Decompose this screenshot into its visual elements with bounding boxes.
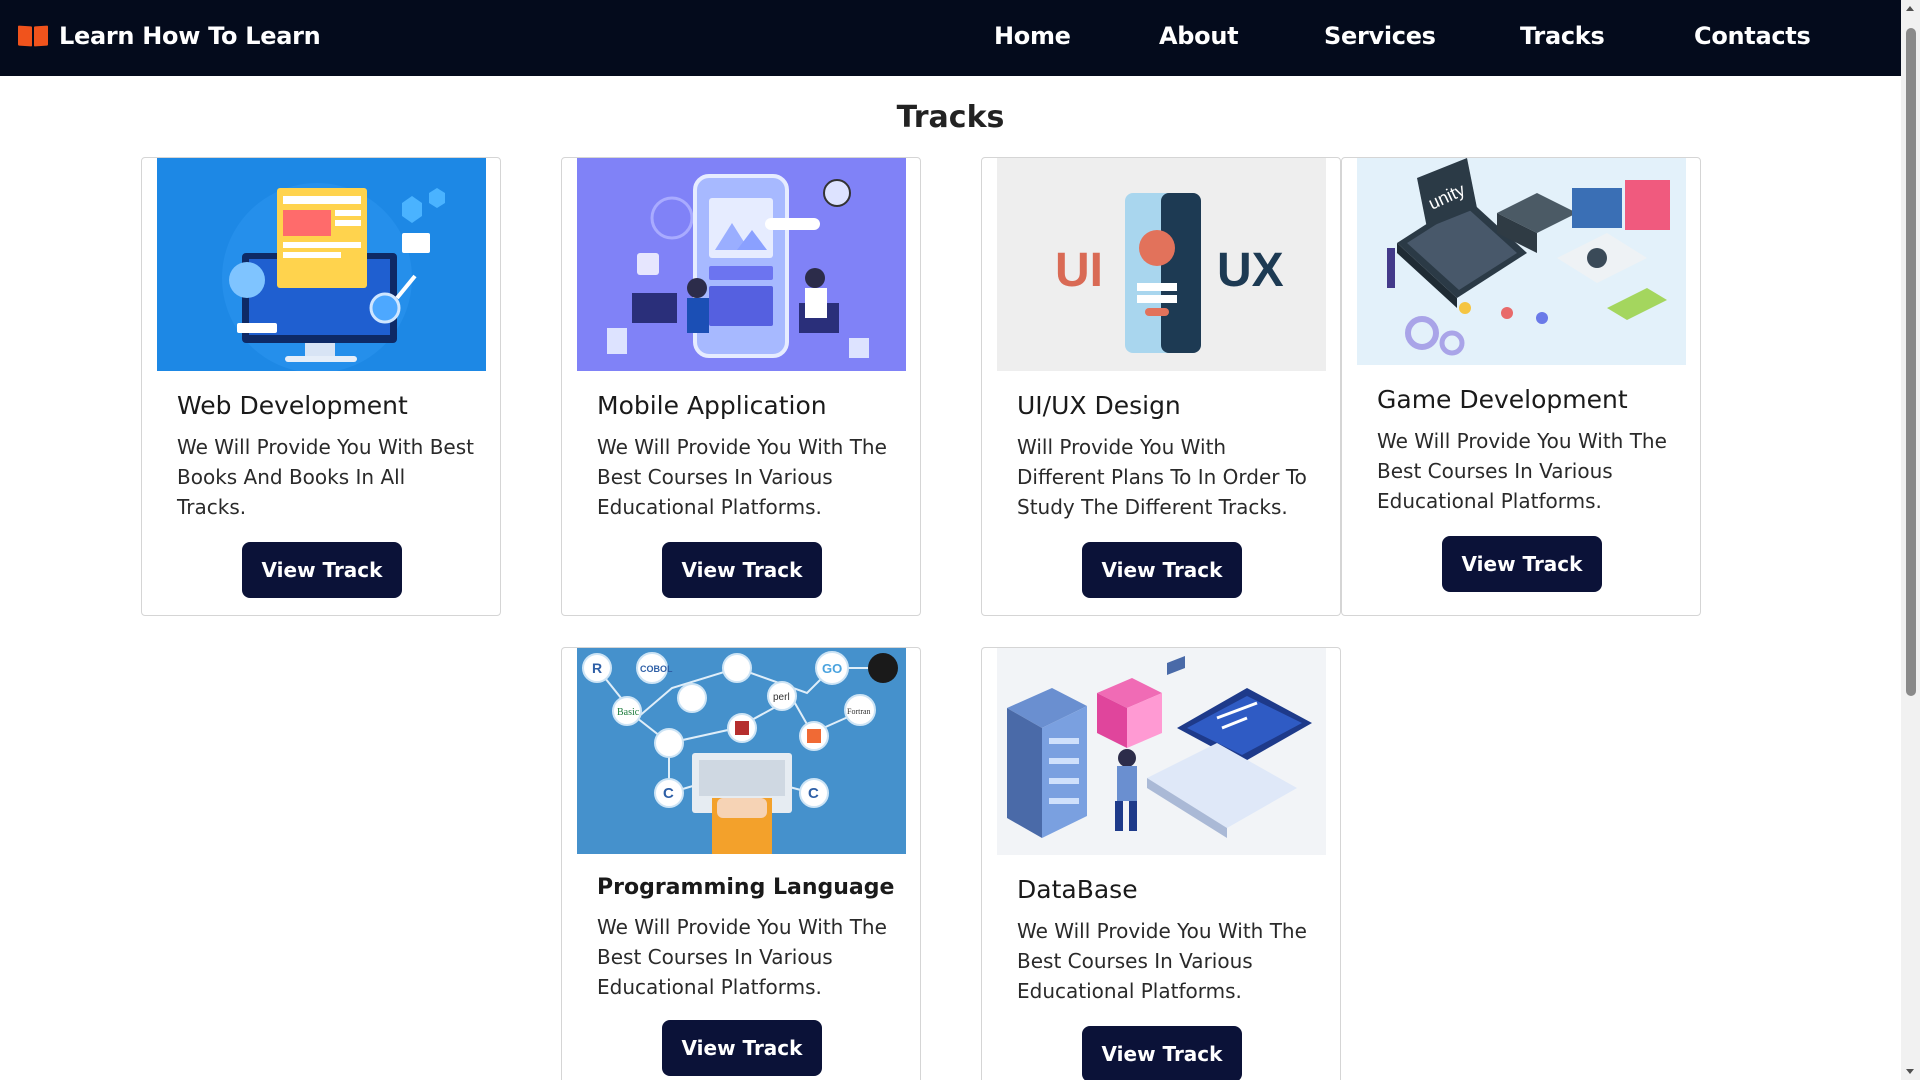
- card-title: Programming Language: [597, 875, 895, 900]
- track-card-mobile-application: Mobile Application We Will Provide You W…: [561, 157, 921, 616]
- brand-name: Learn How To Learn: [59, 22, 321, 50]
- nav-link-about[interactable]: About: [1159, 22, 1239, 50]
- mobile-application-illustration: [577, 158, 906, 371]
- nav-link-tracks[interactable]: Tracks: [1520, 22, 1605, 50]
- page-scrollbar[interactable]: [1901, 0, 1920, 1080]
- page-title: Tracks: [896, 100, 1005, 135]
- view-track-button[interactable]: View Track: [1082, 542, 1242, 598]
- card-description: We Will Provide You With The Best Course…: [597, 915, 887, 999]
- image-label-cobol: COBOL: [640, 664, 673, 674]
- view-track-button[interactable]: View Track: [662, 542, 822, 598]
- game-development-illustration: unity: [1357, 158, 1686, 365]
- track-card-game-development: unity Game Development We Will Provide Y…: [1341, 157, 1701, 616]
- card-description: Will Provide You With Different Plans To…: [1017, 435, 1307, 519]
- nav-link-home[interactable]: Home: [994, 22, 1071, 50]
- card-description: We Will Provide You With Best Books And …: [177, 435, 474, 519]
- track-card-programming-language: R COBOL GO Basic perl Fortran C C Progra…: [561, 647, 921, 1080]
- image-label-r: R: [592, 660, 602, 676]
- open-book-icon: [18, 24, 49, 48]
- image-label-perl: perl: [773, 692, 790, 703]
- web-development-illustration: [157, 158, 486, 371]
- nav-link-services[interactable]: Services: [1324, 22, 1436, 50]
- card-title: DataBase: [1017, 875, 1138, 904]
- image-label-ui: UI: [1055, 244, 1103, 297]
- card-title: UI/UX Design: [1017, 391, 1181, 420]
- card-title: Mobile Application: [597, 391, 827, 420]
- image-label-c-left: C: [663, 785, 674, 802]
- scrollbar-thumb[interactable]: [1906, 28, 1916, 696]
- card-description: We Will Provide You With The Best Course…: [1017, 919, 1307, 1003]
- scroll-down-arrow-icon[interactable]: [1906, 1069, 1914, 1074]
- image-label-c-right: C: [808, 785, 819, 802]
- card-title: Web Development: [177, 391, 408, 420]
- card-title: Game Development: [1377, 385, 1628, 414]
- track-card-ui-ux-design: UI UX UI/UX Design Will Provide You With…: [981, 157, 1341, 616]
- image-label-fortran: Fortran: [847, 707, 871, 716]
- card-description: We Will Provide You With The Best Course…: [1377, 429, 1667, 513]
- track-card-database: DataBase We Will Provide You With The Be…: [981, 647, 1341, 1080]
- track-card-web-development: Web Development We Will Provide You With…: [141, 157, 501, 616]
- card-description: We Will Provide You With The Best Course…: [597, 435, 887, 519]
- image-label-basic: Basic: [617, 707, 640, 718]
- brand-logo[interactable]: Learn How To Learn: [18, 22, 321, 50]
- scroll-up-arrow-icon[interactable]: [1906, 6, 1914, 11]
- view-track-button[interactable]: View Track: [662, 1020, 822, 1076]
- view-track-button[interactable]: View Track: [1442, 536, 1602, 592]
- database-illustration: [997, 648, 1326, 855]
- ui-ux-illustration: UI UX: [997, 158, 1326, 371]
- navbar: Learn How To Learn Home About Services T…: [0, 0, 1901, 76]
- image-label-ux: UX: [1217, 244, 1284, 297]
- image-label-go: GO: [822, 661, 842, 676]
- view-track-button[interactable]: View Track: [1082, 1026, 1242, 1080]
- nav-link-contacts[interactable]: Contacts: [1694, 22, 1811, 50]
- view-track-button[interactable]: View Track: [242, 542, 402, 598]
- programming-languages-illustration: R COBOL GO Basic perl Fortran C C: [577, 648, 906, 854]
